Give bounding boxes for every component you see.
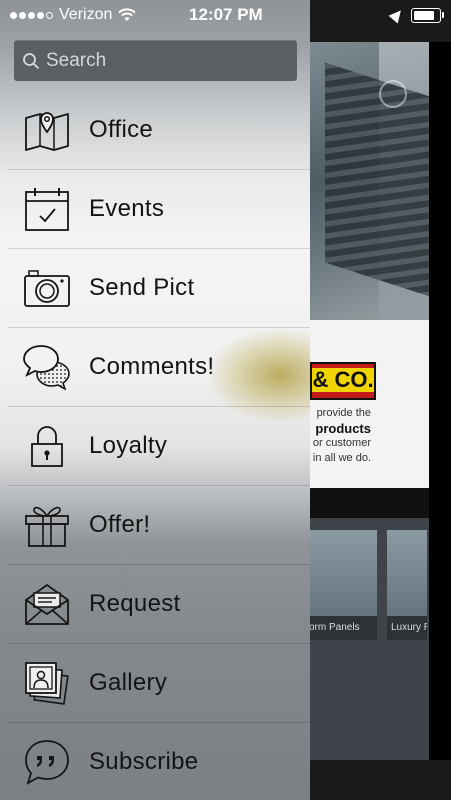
calendar-icon: [22, 184, 72, 234]
signal-strength-icon: [10, 11, 53, 19]
info-line: in all we do.: [312, 452, 371, 464]
search-bar[interactable]: [14, 40, 297, 81]
hero-badge-icon: [379, 80, 407, 108]
status-clock: 12:07 PM: [189, 5, 263, 24]
battery-level: [414, 10, 435, 20]
gift-icon: [22, 500, 72, 550]
menu-item-label: Comments!: [89, 353, 215, 380]
menu-item-label: Offer!: [89, 511, 151, 538]
menu-item-label: Events: [89, 195, 165, 222]
signal-dot: [10, 11, 17, 19]
quote-bubble-icon: [22, 737, 72, 787]
product-tile-caption: orm Panels: [305, 616, 377, 640]
product-tile[interactable]: Luxury Rol: [387, 530, 427, 640]
envelope-icon: [22, 579, 72, 629]
menu-item-label: Office: [89, 116, 154, 143]
menu-item-label: Request: [89, 590, 181, 617]
menu-item-label: Send Pict: [89, 274, 195, 301]
hero-image[interactable]: [305, 42, 429, 320]
menu-item-request[interactable]: Request: [8, 565, 310, 644]
menu-item-label: Loyalty: [89, 432, 168, 459]
search-input[interactable]: [44, 48, 288, 73]
company-logo-text: & CO.: [312, 367, 374, 392]
search-icon: [23, 52, 40, 69]
photo-gallery-icon: [22, 658, 72, 708]
side-drawer: Verizon 12:07 PM Offi: [0, 0, 310, 800]
menu-item-subscribe[interactable]: Subscribe: [8, 723, 310, 800]
company-info-text: provide the products or customer in all …: [305, 406, 429, 466]
info-line: or customer: [312, 437, 371, 449]
product-tiles: orm Panels Luxury Rol: [305, 518, 429, 760]
company-logo: & CO.: [310, 362, 376, 400]
signal-dot: [28, 11, 35, 19]
menu-item-send-pict[interactable]: Send Pict: [8, 249, 310, 328]
navigation-menu: Office Events Send Pict Comments! Loyalt…: [0, 91, 310, 800]
lock-icon: [22, 421, 72, 471]
menu-item-comments[interactable]: Comments!: [8, 328, 310, 407]
screen-edge: [429, 42, 451, 760]
product-tile[interactable]: orm Panels: [305, 530, 377, 640]
carrier-name: Verizon: [59, 6, 113, 23]
company-info-panel: & CO. provide the products or customer i…: [305, 320, 429, 488]
menu-item-loyalty[interactable]: Loyalty: [8, 407, 310, 486]
signal-dot: [19, 11, 26, 19]
camera-icon: [22, 263, 72, 313]
signal-dot: [46, 11, 53, 19]
menu-item-office[interactable]: Office: [8, 91, 310, 170]
wifi-icon: [118, 8, 137, 21]
info-line: products: [315, 421, 371, 436]
menu-item-label: Subscribe: [89, 748, 199, 775]
speech-bubbles-icon: [22, 342, 72, 392]
product-tile-caption: Luxury Rol: [387, 616, 427, 640]
battery-icon: [411, 7, 444, 23]
menu-item-events[interactable]: Events: [8, 170, 310, 249]
map-location-icon: [22, 105, 72, 155]
menu-item-label: Gallery: [89, 669, 168, 696]
location-arrow-icon: [388, 6, 406, 24]
menu-item-offer[interactable]: Offer!: [8, 486, 310, 565]
info-line: provide the: [316, 407, 371, 419]
signal-dot: [37, 11, 44, 19]
status-bar-left: Verizon: [10, 4, 137, 26]
menu-item-gallery[interactable]: Gallery: [8, 644, 310, 723]
section-divider: [305, 488, 429, 518]
hero-shutter-image: [325, 62, 429, 302]
status-bar-right: [388, 4, 444, 26]
